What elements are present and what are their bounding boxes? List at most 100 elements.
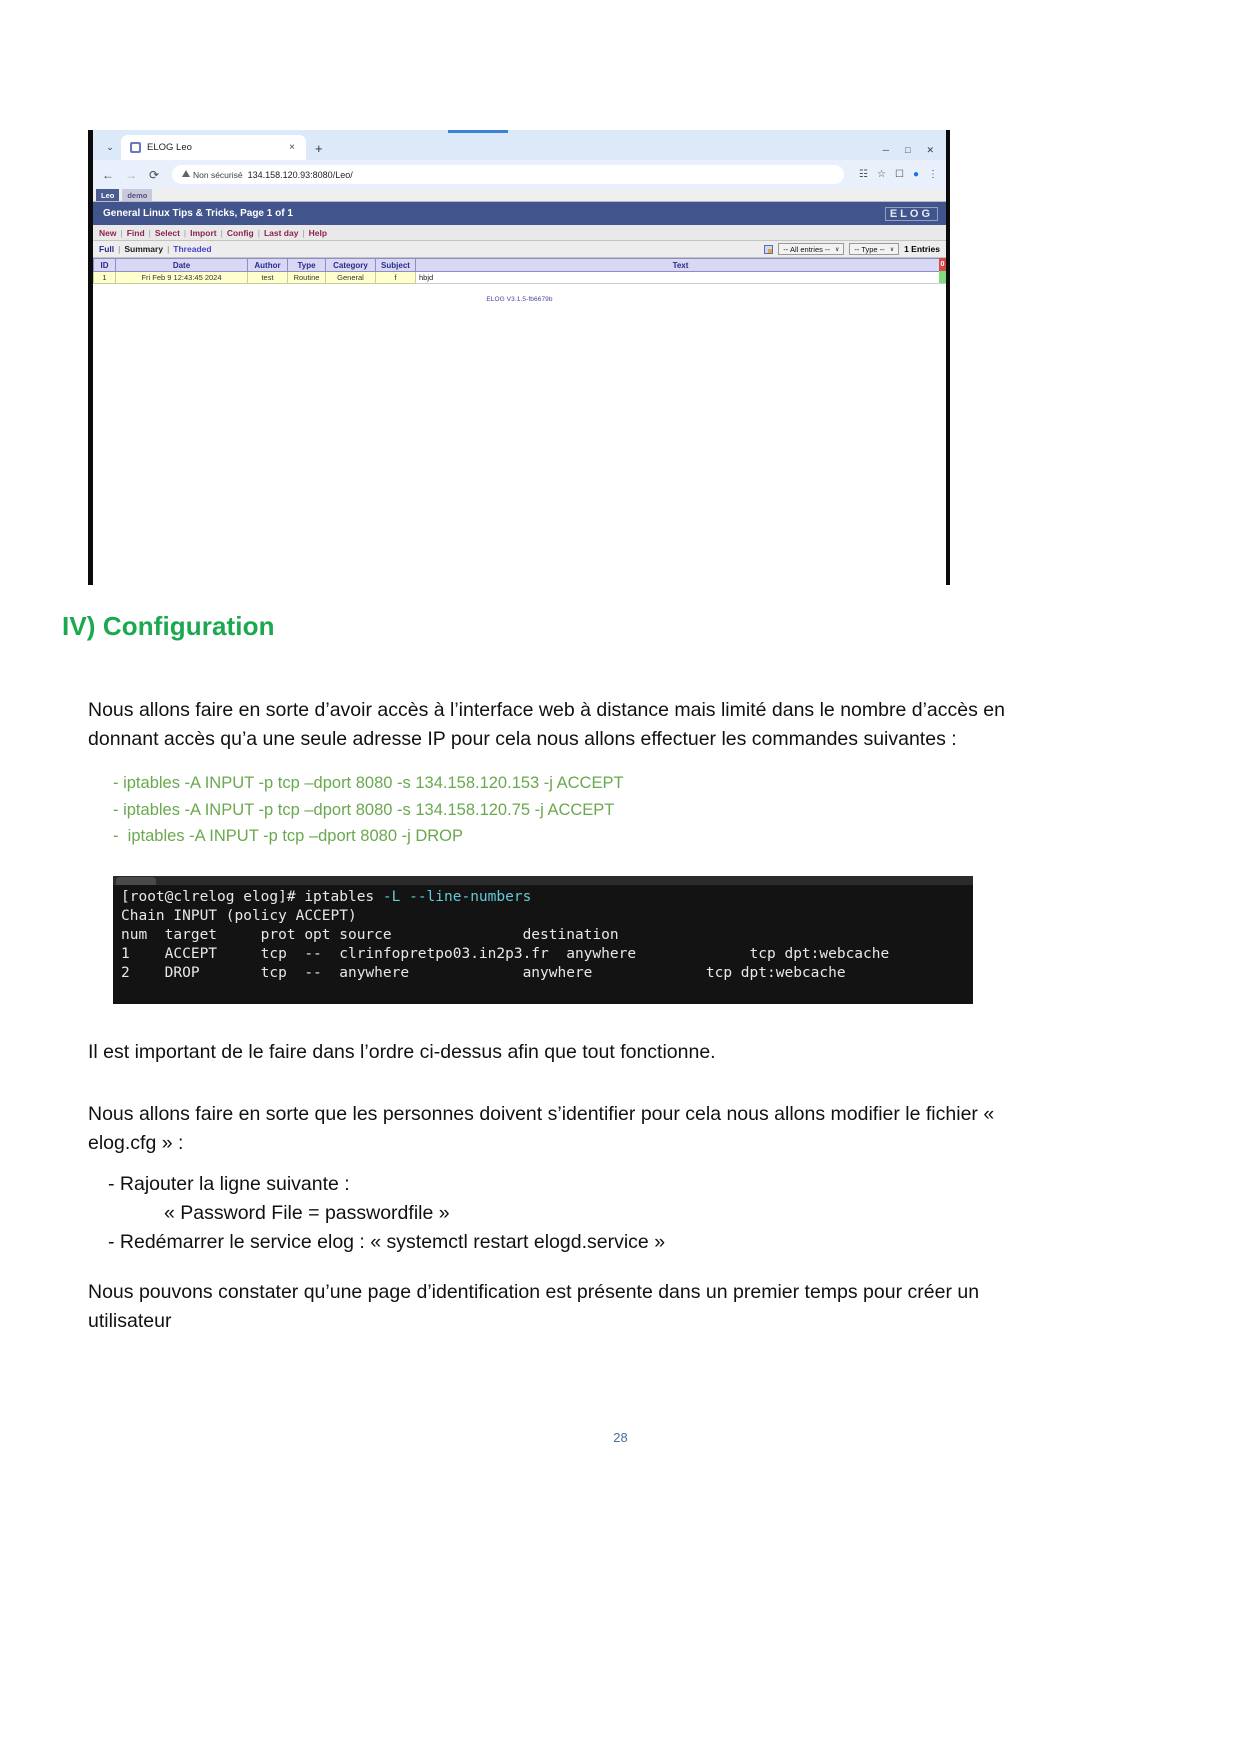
col-header-date[interactable]: Date (115, 258, 248, 272)
forward-icon[interactable]: → (124, 168, 138, 182)
elog-entries-grid-wrapper: ID Date Author Type Category Subject Tex… (93, 258, 946, 284)
chevron-down-icon: ∨ (834, 246, 840, 253)
toolbar-icon-group: ☷ ☆ ☐ ● ⋮ (853, 169, 938, 180)
col-header-subject[interactable]: Subject (375, 258, 416, 272)
more-menu-icon[interactable]: ⋮ (928, 169, 938, 180)
col-header-category[interactable]: Category (325, 258, 376, 272)
browser-tab-elog-leo[interactable]: ELOG Leo × (121, 135, 306, 160)
warning-triangle-icon (182, 170, 190, 177)
cell-date: Fri Feb 9 12:43:45 2024 (115, 271, 248, 284)
terminal-line-2: num target prot opt source destination (121, 927, 619, 943)
order-paragraph: Il est important de le faire dans l’ordr… (88, 1040, 716, 1063)
translate-icon[interactable]: ☷ (859, 169, 868, 180)
mode-summary[interactable]: Summary (124, 244, 163, 254)
elog-logbook-tabs: Leo demo (93, 189, 946, 202)
scroll-marker-red: 0 (939, 258, 946, 271)
menu-item-find[interactable]: Find (127, 228, 145, 238)
not-secure-badge[interactable]: Non sécurisé (182, 170, 243, 180)
menu-item-select[interactable]: Select (155, 228, 180, 238)
config-steps-list: - Rajouter la ligne suivante : « Passwor… (108, 1170, 1013, 1257)
elog-title-bar: General Linux Tips & Tricks, Page 1 of 1… (93, 202, 946, 225)
terminal-line-4: 2 DROP tcp -- anywhere anywhere tcp dpt:… (121, 965, 846, 981)
new-entry-icon[interactable] (764, 244, 774, 254)
tab-title: ELOG Leo (147, 142, 192, 153)
elog-filter-group: -- All entries -- ∨ -- Type -- ∨ 1 Entri… (764, 243, 940, 255)
command-line-2: iptables -A INPUT -p tcp –dport 8080 -s … (123, 800, 615, 819)
col-header-author[interactable]: Author (247, 258, 288, 272)
menu-item-config[interactable]: Config (227, 228, 254, 238)
list-item: - iptables -A INPUT -p tcp –dport 8080 -… (113, 800, 615, 819)
entries-filter-value: -- All entries -- (783, 244, 830, 254)
chevron-down-icon: ∨ (889, 246, 895, 253)
cell-category: General (325, 271, 376, 284)
elog-page-title: General Linux Tips & Tricks, Page 1 of 1 (103, 208, 293, 219)
page-title: IV) Configuration (62, 611, 275, 641)
bookmark-star-icon[interactable]: ☆ (877, 169, 886, 180)
browser-chrome: ⌄ ELOG Leo × + ─ □ ✕ ← → ⟳ Non sécurisé (93, 130, 946, 189)
menu-item-help[interactable]: Help (309, 228, 327, 238)
menu-item-last-day[interactable]: Last day (264, 228, 299, 238)
type-filter-value: -- Type -- (854, 244, 885, 254)
terminal-prompt: [root@clrelog elog]# iptables (121, 889, 383, 905)
close-window-icon[interactable]: ✕ (926, 145, 934, 156)
iptables-command-list: - iptables -A INPUT -p tcp –dport 8080 -… (113, 770, 993, 850)
elog-logo: ELOG (884, 206, 938, 221)
elog-version-label: ELOG V3.1.5-fb6679b (486, 296, 553, 303)
elog-mode-bar: Full | Summary | Threaded -- All entries -… (93, 241, 946, 258)
back-icon[interactable]: ← (101, 168, 115, 182)
menu-item-new[interactable]: New (99, 228, 116, 238)
list-item: - Redémarrer le service elog : « systemc… (108, 1231, 666, 1253)
minimize-window-icon[interactable]: ─ (883, 145, 889, 156)
table-row[interactable]: 1 Fri Feb 9 12:43:45 2024 test Routine G… (93, 271, 946, 284)
logbook-tab-demo[interactable]: demo (122, 189, 153, 201)
mode-threaded[interactable]: Threaded (173, 244, 211, 254)
scroll-marker-green (939, 271, 946, 283)
command-line-3: iptables -A INPUT -p tcp –dport 8080 -j … (127, 827, 464, 845)
command-line-1: iptables -A INPUT -p tcp –dport 8080 -s … (123, 774, 624, 792)
elog-application: Leo demo General Linux Tips & Tricks, Pa… (93, 189, 946, 539)
cell-author: test (247, 271, 288, 284)
sidepanel-icon[interactable]: ☐ (895, 169, 904, 180)
cell-subject: f (375, 271, 416, 284)
list-item: - Rajouter la ligne suivante : (108, 1173, 350, 1195)
terminal-output-block: [root@clrelog elog]# iptables -L --line-… (113, 876, 973, 1004)
col-header-type[interactable]: Type (287, 258, 326, 272)
cell-id: 1 (93, 271, 116, 284)
mode-full[interactable]: Full (99, 244, 114, 254)
page-number: 28 (613, 1430, 628, 1445)
table-header-row: ID Date Author Type Category Subject Tex… (93, 258, 946, 272)
list-item: - iptables -A INPUT -p tcp –dport 8080 -… (113, 774, 624, 792)
cell-type: Routine (287, 271, 326, 284)
final-paragraph: Nous pouvons constater qu’une page d’ide… (88, 1280, 980, 1332)
reload-icon[interactable]: ⟳ (147, 168, 161, 182)
identify-paragraph: Nous allons faire en sorte que les perso… (88, 1102, 995, 1154)
elog-favicon (130, 142, 141, 153)
type-filter-select[interactable]: -- Type -- ∨ (849, 243, 900, 255)
menu-item-import[interactable]: Import (190, 228, 216, 238)
close-tab-icon[interactable]: × (286, 142, 298, 153)
terminal-tab-bar (113, 876, 973, 885)
list-item: - iptables -A INPUT -p tcp –dport 8080 -… (113, 827, 464, 845)
address-bar[interactable]: Non sécurisé 134.158.120.93:8080/Leo/ (172, 165, 845, 184)
list-item: « Password File = passwordfile » (164, 1202, 450, 1224)
embedded-browser-screenshot: ⌄ ELOG Leo × + ─ □ ✕ ← → ⟳ Non sécurisé (88, 130, 950, 585)
elog-content-area: ELOG V3.1.5-fb6679b (93, 284, 946, 539)
logbook-tab-leo[interactable]: Leo (96, 189, 120, 201)
entries-count-label: 1 Entries (904, 244, 940, 254)
col-header-id[interactable]: ID (93, 258, 116, 272)
col-header-text[interactable]: Text (415, 258, 946, 272)
elog-menu-bar: New | Find | Select | Import | Config | Last … (93, 225, 946, 241)
browser-tabstrip: ⌄ ELOG Leo × + ─ □ ✕ (93, 130, 946, 160)
browser-toolbar: ← → ⟳ Non sécurisé 134.158.120.93:8080/L… (93, 160, 946, 189)
not-secure-label: Non sécurisé (193, 169, 243, 180)
new-tab-button[interactable]: + (306, 141, 332, 156)
entries-filter-select[interactable]: -- All entries -- ∨ (778, 243, 845, 255)
url-text: 134.158.120.93:8080/Leo/ (247, 169, 353, 180)
cell-text: hbjd (415, 271, 946, 284)
tab-search-chevron-icon[interactable]: ⌄ (99, 137, 121, 157)
terminal-command-args: -L --line-numbers (382, 889, 532, 905)
elog-entries-table: ID Date Author Type Category Subject Tex… (93, 258, 946, 284)
maximize-window-icon[interactable]: □ (905, 145, 910, 156)
intro-paragraph: Nous allons faire en sorte d’avoir accès… (88, 698, 1005, 750)
profile-icon[interactable]: ● (913, 169, 919, 180)
